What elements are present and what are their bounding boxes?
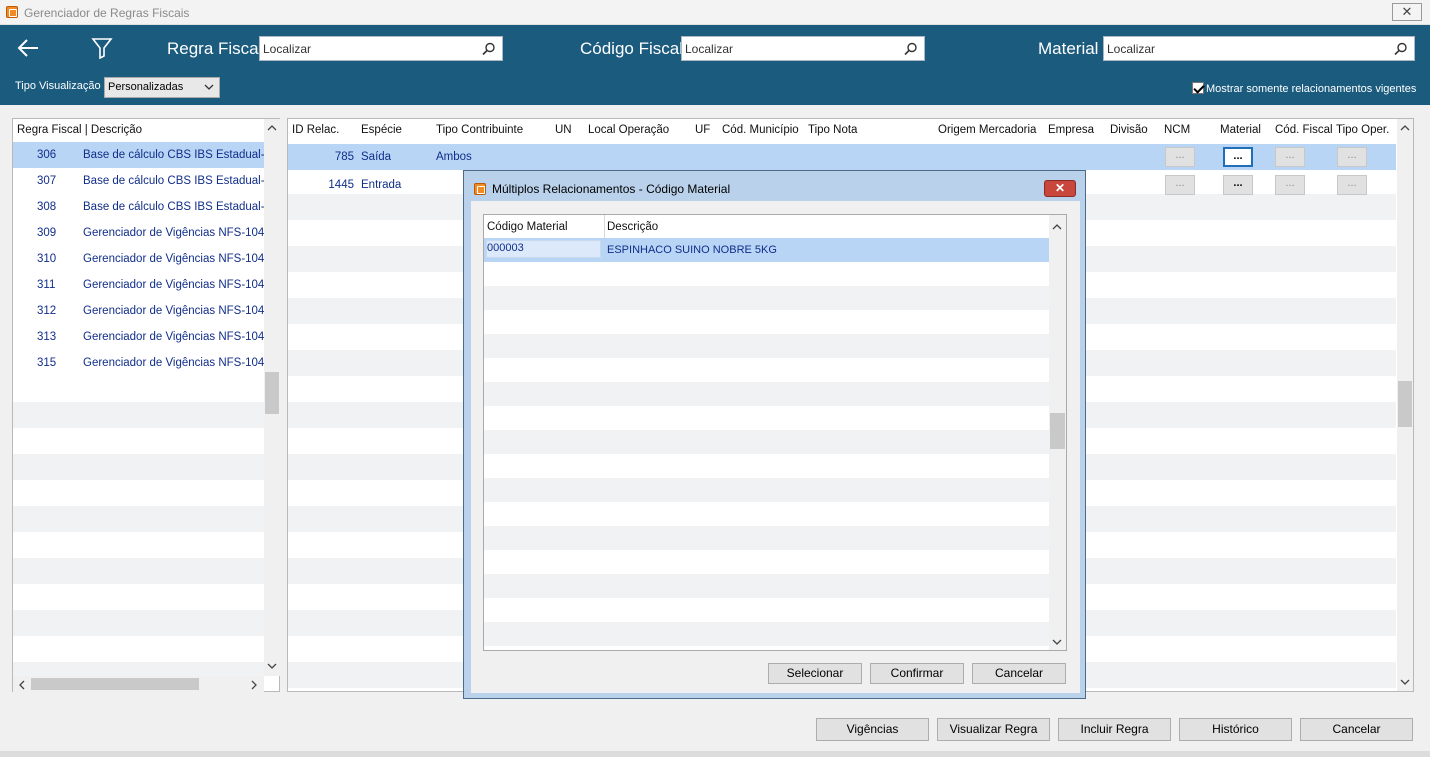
dialog-cancelar-button[interactable]: Cancelar xyxy=(972,663,1066,684)
col-header[interactable]: UN xyxy=(555,124,572,136)
table-row[interactable]: 311 Gerenciador de Vigências NFS-10404 xyxy=(13,272,264,298)
scroll-right-icon[interactable] xyxy=(250,680,258,690)
col-header[interactable]: Tipo Contribuinte xyxy=(436,124,523,136)
ncm-cell-button[interactable]: ... xyxy=(1165,175,1195,195)
material-cell-button[interactable]: ... xyxy=(1223,147,1253,167)
confirmar-button[interactable]: Confirmar xyxy=(870,663,964,684)
table-row[interactable]: 000003 ESPINHACO SUINO NOBRE 5KG xyxy=(484,238,1049,262)
codigo-fiscal-label: Código Fiscal xyxy=(580,39,683,58)
left-vertical-scrollbar[interactable] xyxy=(264,119,280,676)
window-titlebar: Gerenciador de Regras Fiscais ✕ xyxy=(0,0,1430,25)
col-header[interactable]: Tipo Oper. xyxy=(1336,124,1389,136)
left-horizontal-scrollbar[interactable] xyxy=(13,676,264,692)
app-icon xyxy=(6,6,18,18)
regra-fiscal-label: Regra Fiscal xyxy=(167,39,263,58)
col-header[interactable]: Divisão xyxy=(1110,124,1148,136)
table-row[interactable]: 312 Gerenciador de Vigências NFS-10404 xyxy=(13,298,264,324)
right-scroll-thumb[interactable] xyxy=(1398,381,1412,427)
codigo-fiscal-search-input[interactable] xyxy=(682,37,924,60)
vigentes-checkbox[interactable] xyxy=(1192,82,1204,94)
table-row[interactable]: 785 Saída Ambos ... ... ... ... xyxy=(288,144,1396,170)
vigentes-checkbox-row[interactable]: Mostrar somente relacionamentos vigentes xyxy=(1192,82,1416,95)
search-icon[interactable] xyxy=(1394,42,1408,56)
scroll-up-icon[interactable] xyxy=(1400,124,1410,132)
col-header[interactable]: Cód. Município xyxy=(722,124,799,136)
tipo-oper-cell-button[interactable]: ... xyxy=(1337,175,1367,195)
scroll-left-icon[interactable] xyxy=(18,680,26,690)
vigentes-label: Mostrar somente relacionamentos vigentes xyxy=(1206,83,1417,95)
codigo-fiscal-search[interactable] xyxy=(681,36,925,61)
material-search-input[interactable] xyxy=(1104,37,1414,60)
table-row[interactable]: 313 Gerenciador de Vigências NFS-10404 xyxy=(13,324,264,350)
regra-fiscal-grid-body: 306 Base de cálculo CBS IBS Estadual-104 … xyxy=(13,142,264,678)
right-vertical-scrollbar[interactable] xyxy=(1397,119,1413,691)
window-close-button[interactable]: ✕ xyxy=(1392,3,1422,21)
dialog-close-button[interactable]: ✕ xyxy=(1044,180,1076,197)
material-grid: Código Material Descrição 000003 ESPINHA… xyxy=(483,214,1067,651)
regra-fiscal-grid-header: Regra Fiscal | Descrição xyxy=(17,124,143,136)
table-row[interactable]: 315 Gerenciador de Vigências NFS-10404 xyxy=(13,350,264,376)
table-row[interactable]: 306 Base de cálculo CBS IBS Estadual-104 xyxy=(13,142,264,168)
col-header[interactable]: NCM xyxy=(1164,124,1190,136)
app-icon xyxy=(474,183,486,195)
table-row[interactable]: 308Base de cálculo CBS IBS Estadual-CG- xyxy=(13,194,264,220)
scroll-up-icon[interactable] xyxy=(267,124,277,132)
visualizar-regra-button[interactable]: Visualizar Regra xyxy=(937,718,1050,741)
material-search[interactable] xyxy=(1103,36,1415,61)
ncm-cell-button[interactable]: ... xyxy=(1165,147,1195,167)
multiplos-relacionamentos-dialog: Múltiplos Relacionamentos - Código Mater… xyxy=(463,170,1086,699)
back-arrow-icon[interactable] xyxy=(16,38,40,58)
regra-fiscal-search[interactable] xyxy=(259,36,503,61)
dialog-title: Múltiplos Relacionamentos - Código Mater… xyxy=(492,182,731,196)
vigencias-button[interactable]: Vigências xyxy=(816,718,929,741)
search-icon[interactable] xyxy=(904,42,918,56)
scroll-down-icon[interactable] xyxy=(1052,638,1062,646)
historico-button[interactable]: Histórico xyxy=(1179,718,1292,741)
tipo-oper-cell-button[interactable]: ... xyxy=(1337,147,1367,167)
dialog-body: Código Material Descrição 000003 ESPINHA… xyxy=(471,201,1080,693)
tipo-visualizacao-select[interactable]: Personalizadas xyxy=(104,77,220,98)
selecionar-button[interactable]: Selecionar xyxy=(768,663,862,684)
col-header[interactable]: Local Operação xyxy=(588,124,669,136)
col-header-descricao[interactable]: Descrição xyxy=(607,221,658,233)
scroll-down-icon[interactable] xyxy=(1400,678,1410,686)
left-hscroll-thumb[interactable] xyxy=(31,678,199,690)
window-bottom-border xyxy=(0,751,1430,757)
scroll-down-icon[interactable] xyxy=(267,662,277,670)
cancelar-button[interactable]: Cancelar xyxy=(1300,718,1413,741)
col-header[interactable]: ID Relac. xyxy=(292,124,339,136)
cod-fiscal-cell-button[interactable]: ... xyxy=(1275,175,1305,195)
scroll-up-icon[interactable] xyxy=(1052,223,1062,231)
dialog-scroll-thumb[interactable] xyxy=(1050,413,1065,449)
window-title: Gerenciador de Regras Fiscais xyxy=(24,6,190,20)
col-header[interactable]: Material xyxy=(1220,124,1261,136)
col-header[interactable]: Empresa xyxy=(1048,124,1094,136)
search-icon[interactable] xyxy=(482,42,496,56)
left-scroll-thumb[interactable] xyxy=(265,372,279,414)
col-header[interactable]: UF xyxy=(695,124,710,136)
table-row[interactable]: 309 Gerenciador de Vigências NFS-10404 xyxy=(13,220,264,246)
tipo-visualizacao-label: Tipo Visualização xyxy=(15,80,101,92)
col-header[interactable]: Cód. Fiscal xyxy=(1275,124,1333,136)
regra-fiscal-search-input[interactable] xyxy=(260,37,502,60)
col-header[interactable]: Espécie xyxy=(361,124,402,136)
cod-fiscal-cell-button[interactable]: ... xyxy=(1275,147,1305,167)
regra-fiscal-grid: Regra Fiscal | Descrição 306 Base de cálc… xyxy=(12,118,280,692)
chevron-down-icon xyxy=(204,84,214,90)
material-grid-body: 000003 ESPINHACO SUINO NOBRE 5KG xyxy=(484,238,1049,650)
col-header-codigo[interactable]: Código Material xyxy=(487,221,568,233)
incluir-regra-button[interactable]: Incluir Regra xyxy=(1058,718,1171,741)
tipo-visualizacao-value: Personalizadas xyxy=(108,81,184,93)
table-row[interactable]: 307 Base de cálculo CBS IBS Estadual-104 xyxy=(13,168,264,194)
col-header[interactable]: Tipo Nota xyxy=(808,124,857,136)
material-cell-button[interactable]: ... xyxy=(1223,175,1253,195)
dialog-vertical-scrollbar[interactable] xyxy=(1049,215,1066,650)
material-label: Material xyxy=(1038,39,1099,58)
col-header[interactable]: Origem Mercadoria xyxy=(938,124,1036,136)
filter-icon[interactable] xyxy=(91,37,113,59)
table-row[interactable]: 310 Gerenciador de Vigências NFS-10404 xyxy=(13,246,264,272)
